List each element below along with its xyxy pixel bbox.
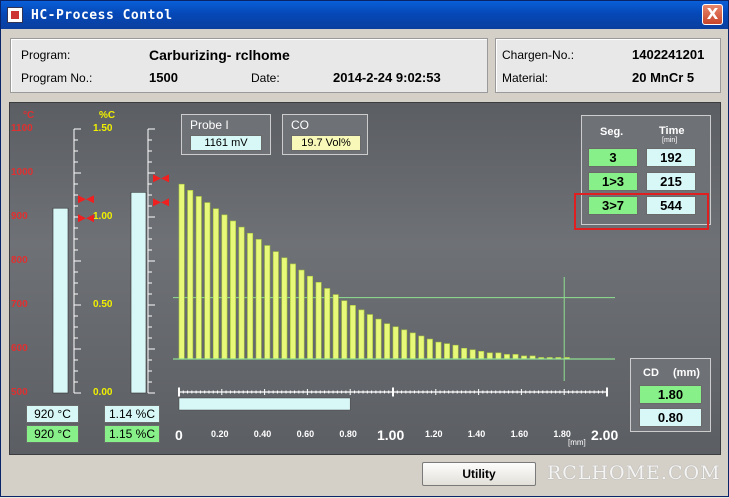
temp-scale-tick-label: 1000 xyxy=(11,167,34,178)
temp-scale-tick-label: 500 xyxy=(11,387,28,398)
cd-value-2: 0.80 xyxy=(639,408,702,427)
close-button[interactable]: X xyxy=(702,4,723,25)
temp-scale-tick-label: 700 xyxy=(11,299,28,310)
x-tick-label: 0.20 xyxy=(211,429,229,439)
window-title: HC-Process Contol xyxy=(31,7,173,23)
title-bar[interactable]: HC-Process Contol X xyxy=(1,1,728,29)
date-value: 2014-2-24 9:02:53 xyxy=(333,70,441,85)
x-tick-label: 2.00 xyxy=(591,427,619,443)
date-label: Date: xyxy=(251,71,280,85)
x-tick-label: 0.60 xyxy=(296,429,315,439)
program-no-value: 1500 xyxy=(149,70,178,85)
carbon-setpoint-box: 1.15 %C xyxy=(104,425,160,443)
charge-label: Chargen-No.: xyxy=(502,48,575,62)
program-value: Carburizing- rclhome xyxy=(149,47,290,63)
x-tick-label: 1.60 xyxy=(510,429,529,439)
temp-setpoint-box: 920 °C xyxy=(26,425,79,443)
x-tick-label: 1.40 xyxy=(467,429,486,439)
carbon-actual-box: 1.14 %C xyxy=(104,405,160,423)
x-tick-label: 1.80 xyxy=(553,429,571,439)
material-label: Material: xyxy=(502,71,549,85)
x-tick-label: 0 xyxy=(175,427,183,443)
co-panel: CO 19.7 Vol% xyxy=(282,114,368,155)
x-tick-label: 0.40 xyxy=(253,429,272,439)
x-axis-unit: [mm] xyxy=(568,438,586,447)
seg-row-1-time: 192 xyxy=(646,148,696,167)
program-label: Program: xyxy=(21,48,71,62)
x-tick-label: 0.80 xyxy=(339,429,357,439)
x-tick-label: 1.00 xyxy=(377,427,405,443)
temp-scale-tick-label: 900 xyxy=(11,211,28,222)
seg-row-2-seg: 1>3 xyxy=(588,172,638,191)
co-label: CO xyxy=(291,118,309,132)
temp-unit: °C xyxy=(23,110,35,121)
program-no-label: Program No.: xyxy=(21,71,93,85)
probe-panel: Probe I 1161 mV xyxy=(181,114,271,155)
cd-value-1: 1.80 xyxy=(639,385,702,404)
carbon-unit: %C xyxy=(99,110,116,121)
charge-value: 1402241201 xyxy=(632,47,705,62)
app-icon xyxy=(7,7,23,23)
charge-panel: Chargen-No.: 1402241201 Material: 20 MnC… xyxy=(495,38,721,93)
probe-value: 1161 mV xyxy=(190,135,262,151)
utility-button[interactable]: Utility xyxy=(422,462,536,486)
active-segment-highlight xyxy=(574,193,709,230)
seg-row-1-seg: 3 xyxy=(588,148,638,167)
temp-scale-tick-label: 1100 xyxy=(11,123,33,134)
program-panel: Program: Carburizing- rclhome Program No… xyxy=(10,38,488,93)
probe-label: Probe I xyxy=(190,118,229,132)
time-header: Time xyxy=(659,125,685,137)
carbon-scale-tick-label: 0.00 xyxy=(93,387,113,398)
watermark-text: RCLHOME.COM xyxy=(547,462,721,484)
carbon-scale-tick-label: 1.00 xyxy=(93,211,113,222)
co-value: 19.7 Vol% xyxy=(291,135,361,151)
temp-scale-tick-label: 800 xyxy=(11,255,28,266)
cd-unit: (mm) xyxy=(673,367,700,379)
carbon-scale-tick-label: 0.50 xyxy=(93,299,113,310)
time-unit: [min] xyxy=(662,137,678,144)
temp-actual-box: 920 °C xyxy=(26,405,79,423)
seg-row-2-time: 215 xyxy=(646,172,696,191)
x-tick-label: 1.20 xyxy=(425,429,443,439)
temp-scale-tick-label: 600 xyxy=(11,343,28,354)
carbon-scale-tick-label: 1.50 xyxy=(93,123,113,134)
cd-label: CD xyxy=(643,367,659,379)
main-window: HC-Process Contol X Program: Carburizing… xyxy=(0,0,729,497)
seg-header: Seg. xyxy=(600,126,624,138)
material-value: 20 MnCr 5 xyxy=(632,70,695,85)
